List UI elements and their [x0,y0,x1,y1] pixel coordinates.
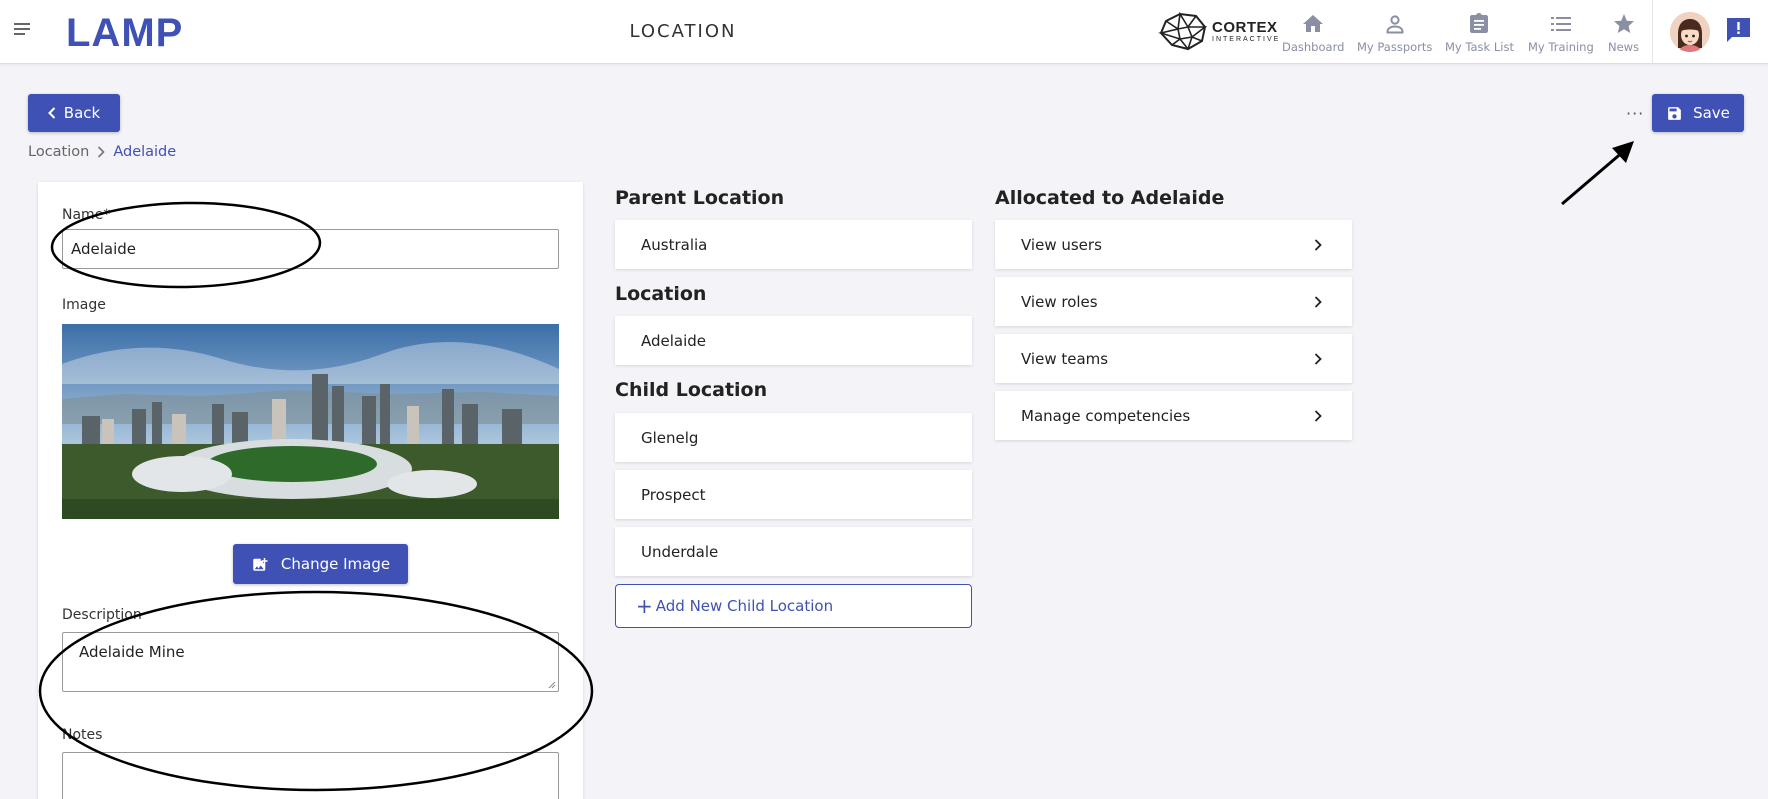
view-roles-link[interactable]: View roles [995,277,1352,326]
annotation-arrow-head [1612,141,1634,163]
breadcrumb-current[interactable]: Adelaide [113,144,176,160]
nav-dashboard[interactable]: Dashboard [1282,12,1344,54]
star-icon [1613,14,1634,33]
chevron-left-icon [47,107,55,119]
user-avatar[interactable] [1670,12,1710,52]
allocated-title: Allocated to Adelaide [995,187,1225,209]
image-label: Image [62,297,106,313]
manage-competencies-label: Manage competencies [1021,406,1191,425]
current-location-item[interactable]: Adelaide [615,316,972,365]
description-textarea[interactable]: Adelaide Mine [62,632,559,692]
save-button[interactable]: Save [1652,94,1744,132]
avatar-illustration [1670,12,1710,52]
more-options-icon[interactable]: ··· [1626,104,1644,123]
header-divider [1652,0,1653,64]
breadcrumb: Location Adelaide [28,144,176,160]
view-roles-label: View roles [1021,292,1098,311]
person-icon [1386,15,1404,34]
cortex-sub-text: INTERACTIVE [1212,36,1281,43]
save-icon [1668,106,1681,120]
nav-dashboard-label: Dashboard [1282,40,1345,54]
change-image-button[interactable]: Change Image [233,544,408,584]
back-button[interactable]: Back [28,94,120,132]
name-label: Name* [62,207,111,223]
feedback-icon[interactable] [1725,16,1752,44]
nav-my-task-list[interactable]: My Task List [1445,12,1514,54]
clipboard-icon [1470,13,1489,33]
view-users-link[interactable]: View users [995,220,1352,269]
view-teams-link[interactable]: View teams [995,334,1352,383]
annotation-arrow-line [1561,149,1625,206]
manage-competencies-link[interactable]: Manage competencies [995,391,1352,440]
save-button-label: Save [1693,104,1730,122]
chevron-right-icon [98,146,105,158]
chevron-right-icon [1314,295,1322,308]
add-photo-icon [253,558,268,571]
add-child-location-button[interactable]: + Add New Child Location [615,584,972,628]
cortex-brain-icon [1158,11,1208,51]
view-users-label: View users [1021,235,1102,254]
description-label: Description [62,607,142,623]
nav-news-label: News [1608,40,1640,54]
child-location-label: Underdale [641,542,719,561]
location-title: Location [615,283,707,305]
breadcrumb-root[interactable]: Location [28,144,89,160]
child-location-item[interactable]: Prospect [615,470,972,519]
nav-news[interactable]: News [1608,12,1639,54]
nav-my-passports[interactable]: My Passports [1357,12,1432,54]
nav-my-passports-label: My Passports [1357,40,1433,54]
name-input-value: Adelaide [71,240,137,258]
current-location-value: Adelaide [641,331,707,350]
list-icon [1550,17,1571,31]
location-form-card: Name* Adelaide Image Change Image Descri… [38,182,583,799]
description-value: Adelaide Mine [79,643,185,661]
parent-location-title: Parent Location [615,187,785,209]
child-location-title: Child Location [615,379,768,401]
name-input[interactable]: Adelaide [62,229,559,269]
resize-handle-icon[interactable] [548,681,556,689]
notes-textarea[interactable] [62,752,559,799]
child-location-item[interactable]: Underdale [615,527,972,576]
chevron-right-icon [1314,352,1322,365]
parent-location-value: Australia [641,235,708,254]
nav-my-training[interactable]: My Training [1528,12,1594,54]
plus-icon: + [636,594,653,618]
chevron-right-icon [1314,238,1322,251]
home-icon [1303,15,1324,32]
cortex-main-text: CORTEX [1212,19,1278,36]
notes-label: Notes [62,727,103,743]
child-location-label: Prospect [641,485,706,504]
city-skyline-image [62,324,559,519]
add-child-location-label: Add New Child Location [655,597,834,615]
back-button-label: Back [63,104,101,122]
child-location-label: Glenelg [641,428,699,447]
child-location-item[interactable]: Glenelg [615,413,972,462]
location-image [62,324,559,519]
change-image-label: Change Image [280,555,391,573]
chevron-right-icon [1314,409,1322,422]
cortex-logo: CORTEX INTERACTIVE [1158,10,1280,54]
view-teams-label: View teams [1021,349,1109,368]
nav-my-training-label: My Training [1528,40,1594,54]
top-app-bar: LAMP LOCATION CORTEX INTERACTIVE Dashboa… [0,0,1768,64]
nav-my-task-list-label: My Task List [1445,40,1514,54]
parent-location-item[interactable]: Australia [615,220,972,269]
